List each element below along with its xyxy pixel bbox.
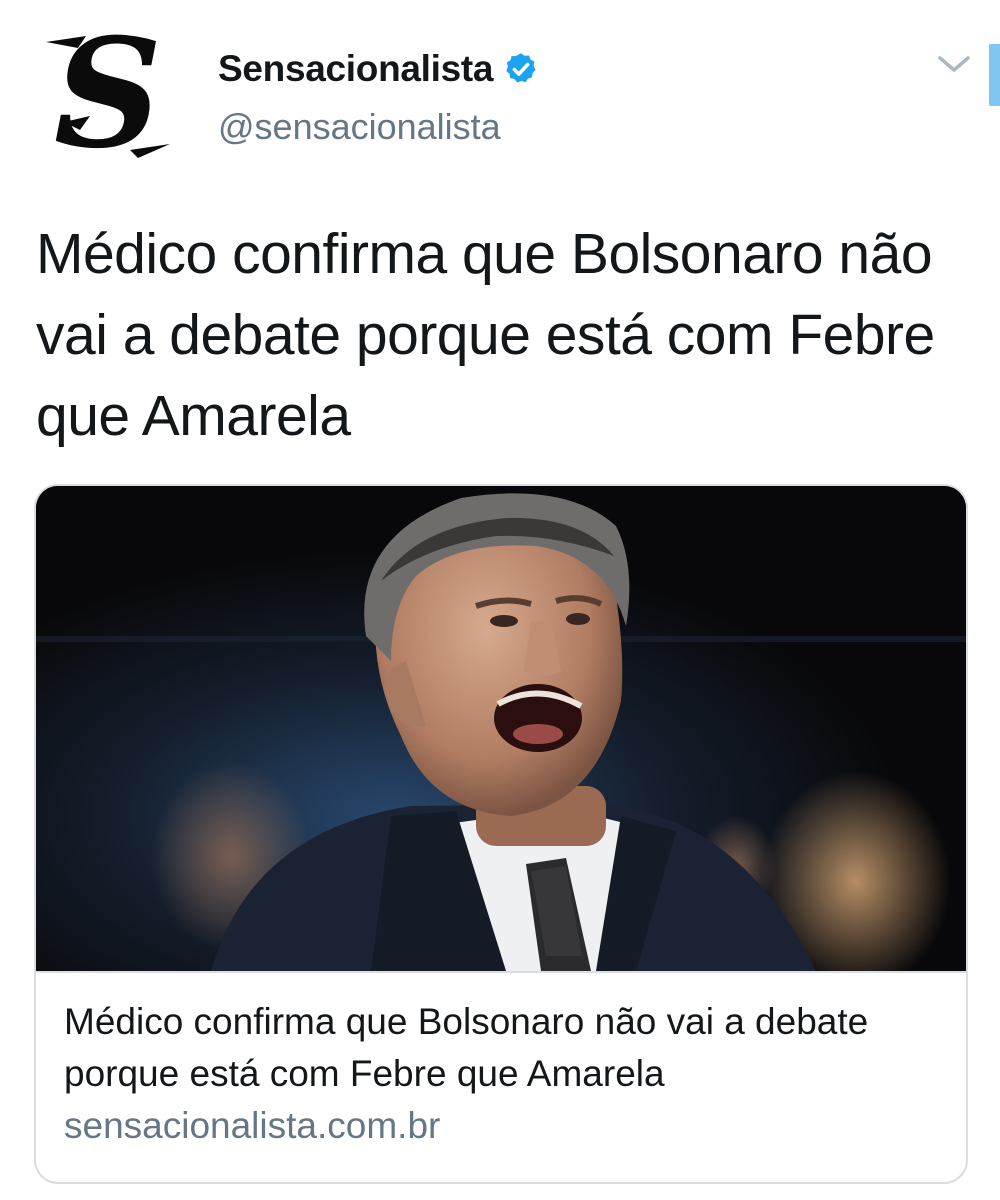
avatar[interactable]: S bbox=[38, 22, 178, 167]
chevron-down-icon[interactable] bbox=[934, 52, 974, 76]
tweet-text: Médico confirma que Bolsonaro não vai a … bbox=[36, 222, 935, 448]
author-row[interactable]: Sensacionalista bbox=[218, 48, 539, 90]
card-domain[interactable]: sensacionalista.com.br bbox=[64, 1100, 440, 1152]
card-image[interactable] bbox=[36, 486, 966, 973]
gothic-s-logo-icon: S bbox=[46, 22, 170, 167]
article-photo-icon bbox=[36, 486, 966, 971]
handle[interactable]: @sensacionalista bbox=[218, 106, 501, 148]
card-title[interactable]: Médico confirma que Bolsonaro não vai a … bbox=[64, 996, 934, 1100]
scrollbar-accent bbox=[989, 44, 1000, 106]
tweet[interactable]: S Sensacionalista @sensacionalista Médic… bbox=[0, 0, 1000, 1200]
verified-badge-icon bbox=[506, 53, 536, 83]
display-name[interactable]: Sensacionalista bbox=[218, 48, 493, 90]
link-card[interactable]: Médico confirma que Bolsonaro não vai a … bbox=[34, 484, 968, 1184]
